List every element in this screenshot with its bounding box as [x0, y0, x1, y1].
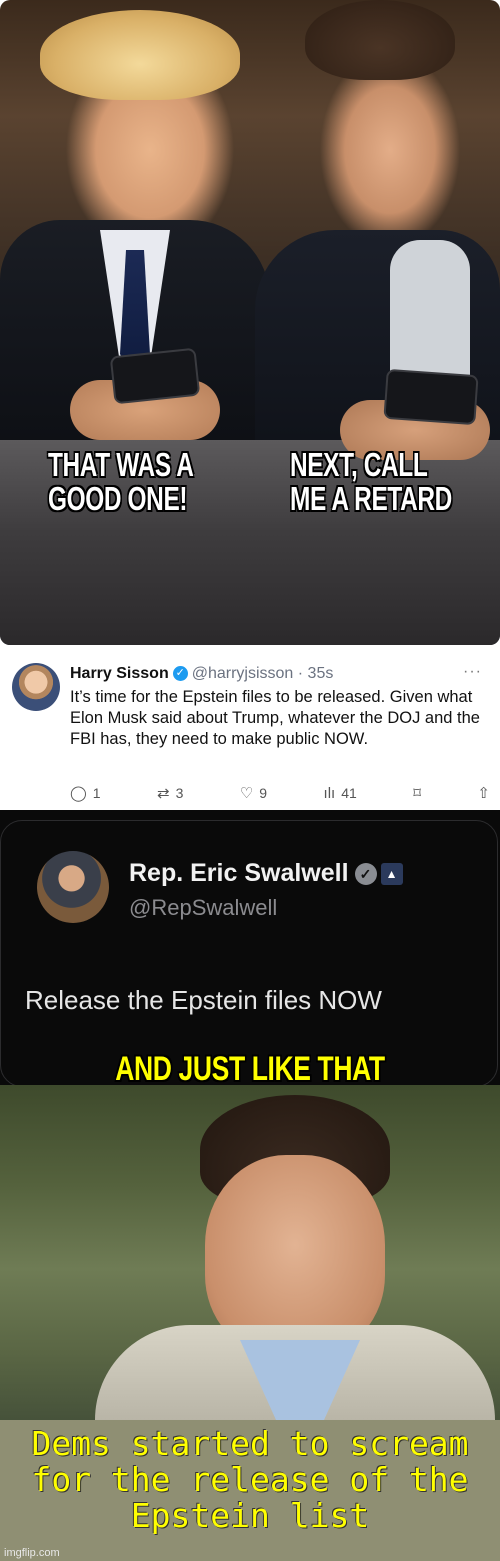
- left-person-hair: [40, 10, 240, 100]
- reply-button[interactable]: ◯ 1: [70, 785, 101, 801]
- bottom-caption: Dems started to scream for the release o…: [31, 1424, 469, 1535]
- views-count: 41: [341, 785, 357, 801]
- bookmark-icon: ⌑: [413, 784, 421, 802]
- meme-page: THAT WAS A GOOD ONE! NEXT, CALL ME A RET…: [0, 0, 500, 1561]
- right-person-hair: [305, 0, 455, 80]
- government-badge-icon: ▲: [380, 863, 403, 886]
- views-icon: ılı: [323, 784, 336, 802]
- author-name[interactable]: Harry Sisson: [70, 665, 169, 682]
- bottom-caption-band: Dems started to scream for the release o…: [0, 1420, 500, 1561]
- tweet-text: It’s time for the Epstein files to be re…: [70, 688, 480, 748]
- avatar[interactable]: [12, 663, 60, 711]
- repost-icon: ⇄: [157, 784, 170, 802]
- author-name-text: Rep. Eric Swalwell: [129, 859, 349, 887]
- share-icon: ⇧: [477, 784, 490, 802]
- tweet-time: · 35s: [297, 665, 334, 682]
- repost-count: 3: [175, 785, 184, 801]
- left-phone: [109, 347, 201, 405]
- author-handle[interactable]: @RepSwalwell: [129, 895, 277, 921]
- caption-right: NEXT, CALL ME A RETARD: [290, 446, 452, 517]
- share-button[interactable]: ⇧: [477, 786, 490, 801]
- repost-button[interactable]: ⇄ 3: [157, 785, 183, 801]
- author-name[interactable]: Rep. Eric Swalwell ✓ ▲: [129, 859, 403, 888]
- tweet-header: Harry Sisson ✓ @harryjsisson · 35s: [70, 665, 333, 683]
- avatar[interactable]: [37, 851, 109, 923]
- and-just-like-that-caption: AND JUST LIKE THAT: [115, 1050, 385, 1088]
- verified-icon: ✓: [354, 863, 377, 886]
- reply-count: 1: [92, 785, 101, 801]
- tweet-harry-sisson[interactable]: Harry Sisson ✓ @harryjsisson · 35s ··· It’…: [0, 645, 500, 810]
- like-icon: ♡: [239, 784, 254, 802]
- bookmark-button[interactable]: ⌑: [413, 786, 421, 801]
- views-button[interactable]: ılı 41: [324, 785, 357, 801]
- tweet-eric-swalwell[interactable]: Rep. Eric Swalwell ✓ ▲ @RepSwalwell Releas…: [0, 810, 500, 1087]
- reply-icon: ◯: [70, 784, 87, 802]
- more-options-icon[interactable]: ···: [463, 663, 482, 681]
- caption-left: THAT WAS A GOOD ONE!: [48, 446, 194, 517]
- like-count: 9: [259, 785, 268, 801]
- tweet-actions: ◯ 1 ⇄ 3 ♡ 9 ılı 41 ⌑ ⇧: [70, 785, 490, 801]
- verified-icon: ✓: [172, 666, 188, 682]
- tweet-card: Rep. Eric Swalwell ✓ ▲ @RepSwalwell Releas…: [0, 820, 498, 1087]
- imgflip-watermark: imgflip.com: [4, 1547, 60, 1559]
- trump-musk-photo: THAT WAS A GOOD ONE! NEXT, CALL ME A RET…: [0, 0, 500, 645]
- forrest-gump-photo: [0, 1085, 500, 1420]
- tweet-text: Release the Epstein files NOW: [25, 985, 382, 1015]
- like-button[interactable]: ♡ 9: [240, 785, 267, 801]
- right-phone: [383, 368, 479, 426]
- author-handle[interactable]: @harryjsisson: [192, 665, 294, 682]
